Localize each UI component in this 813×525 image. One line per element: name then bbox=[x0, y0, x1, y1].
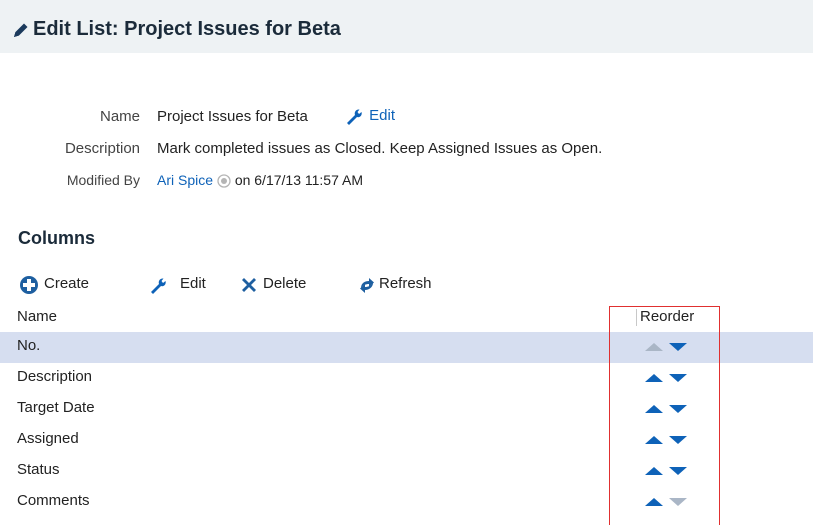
edit-name-link[interactable]: Edit bbox=[345, 107, 395, 126]
wrench-icon bbox=[151, 278, 166, 294]
modified-user-link[interactable]: Ari Spice bbox=[157, 172, 213, 188]
create-button[interactable]: Create bbox=[19, 274, 127, 296]
refresh-icon bbox=[360, 278, 374, 293]
name-value: Project Issues for Beta bbox=[157, 108, 308, 125]
edit-label: Edit bbox=[180, 275, 206, 292]
column-name: No. bbox=[17, 337, 41, 354]
refresh-label: Refresh bbox=[379, 275, 432, 292]
modified-date: on 6/17/13 11:57 AM bbox=[234, 172, 363, 188]
page-title: Edit List: Project Issues for Beta bbox=[33, 18, 341, 40]
edit-button[interactable]: Edit bbox=[149, 274, 219, 296]
column-name: Status bbox=[17, 461, 60, 478]
name-column-header[interactable]: Name bbox=[17, 308, 57, 325]
description-value: Mark completed issues as Closed. Keep As… bbox=[157, 140, 603, 157]
delete-icon bbox=[242, 278, 256, 292]
modified-label: Modified By bbox=[66, 172, 140, 188]
create-icon bbox=[20, 276, 38, 294]
name-label: Name bbox=[99, 108, 140, 125]
description-label: Description bbox=[64, 140, 140, 157]
column-name: Assigned bbox=[17, 430, 79, 447]
reorder-highlight-box bbox=[609, 306, 720, 525]
wrench-icon bbox=[347, 109, 362, 126]
column-name: Description bbox=[17, 368, 93, 385]
edit-link-label[interactable]: Edit bbox=[369, 107, 395, 124]
presence-icon[interactable] bbox=[217, 174, 231, 188]
column-name: Comments bbox=[17, 492, 90, 509]
delete-button[interactable]: Delete bbox=[239, 274, 339, 296]
pencil-icon bbox=[14, 23, 28, 37]
refresh-button[interactable]: Refresh bbox=[357, 274, 467, 296]
create-label: Create bbox=[44, 275, 90, 292]
page-header: Edit List: Project Issues for Beta bbox=[0, 0, 813, 53]
columns-heading: Columns bbox=[18, 228, 96, 248]
column-name: Target Date bbox=[17, 399, 95, 416]
delete-label: Delete bbox=[263, 275, 307, 292]
modified-value: Ari Spice on 6/17/13 11:57 AM bbox=[157, 172, 363, 188]
